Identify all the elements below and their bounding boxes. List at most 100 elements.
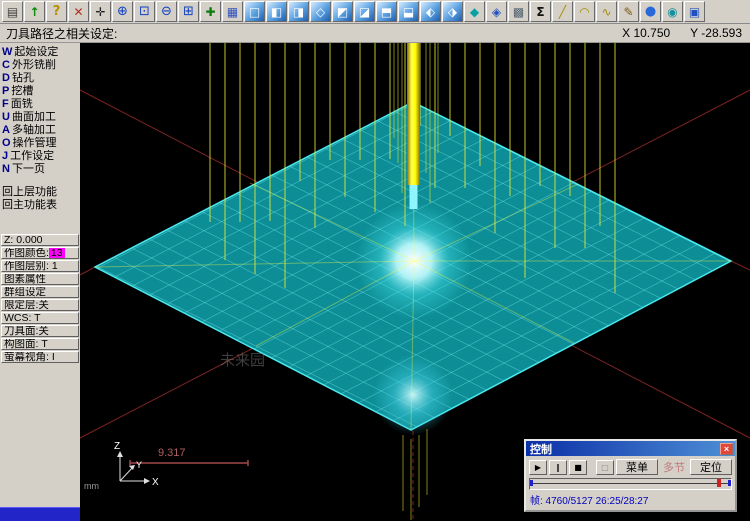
- surface-icon[interactable]: ◉: [662, 1, 683, 22]
- menu-item-surface-machining[interactable]: U 曲面加工: [0, 111, 80, 124]
- pause-icon: ‖: [556, 462, 560, 472]
- coord-y-value: Y -28.593: [690, 26, 742, 40]
- print-icon[interactable]: ▤: [2, 1, 23, 22]
- unit-label: mm: [84, 481, 99, 491]
- gview-front-icon[interactable]: ◧: [266, 1, 287, 22]
- toolbar: ▤ ↑ ? ✕ ✛ ⊕ ⊡ ⊖ ⊞ ✚ ▦ □ ◧ ◨ ◇ ◩ ◪ ⬒ ⬓ ⬖ …: [0, 0, 750, 24]
- taskbar-fragment: [0, 507, 80, 521]
- slider-thumb[interactable]: [716, 479, 721, 487]
- solid-icon[interactable]: ▣: [684, 1, 705, 22]
- status-draw-color[interactable]: 作图颜色: 13: [1, 247, 79, 259]
- status-wcs[interactable]: WCS: T: [1, 312, 79, 324]
- sidebar-menu: W 起始设定 C 外形铣削 D 钻孔 P 挖槽 F 面铣 U 曲面加工 A 多轴加工 O 操作: [0, 43, 80, 521]
- scale-ruler: 9.317: [129, 447, 249, 466]
- status-gview[interactable]: 萤幕视角: I: [1, 351, 79, 363]
- graphics-viewport[interactable]: 9.317 Z Y X 未来园 mm 控制 × ▶ ‖ ■ □ 菜单 多节 定位…: [80, 43, 750, 521]
- slider-groove: [532, 483, 729, 484]
- delete-icon[interactable]: ✕: [68, 1, 89, 22]
- main-menu-group: W 起始设定 C 外形铣削 D 钻孔 P 挖槽 F 面铣 U 曲面加工 A 多轴加工 O 操作: [0, 46, 80, 176]
- ruler-value-label: 9.317: [158, 447, 186, 459]
- prompt-text: 刀具路径之相关设定:: [6, 26, 118, 41]
- gview-side-icon[interactable]: ◨: [288, 1, 309, 22]
- menu-item-multiaxis[interactable]: A 多轴加工: [0, 124, 80, 137]
- menu-item-contour[interactable]: C 外形铣削: [0, 59, 80, 72]
- menu-item-operations[interactable]: O 操作管理: [0, 137, 80, 150]
- menu-item-next-page[interactable]: N 下一页: [0, 163, 80, 176]
- status-tool-plane[interactable]: 刀具面:关: [1, 325, 79, 337]
- status-limit-layer[interactable]: 限定层:关: [1, 299, 79, 311]
- axis-z-label: Z: [114, 441, 120, 452]
- arc-icon[interactable]: ◠: [574, 1, 595, 22]
- control-panel-titlebar[interactable]: 控制 ×: [526, 441, 735, 456]
- step-button[interactable]: □: [596, 459, 614, 475]
- pencil-icon[interactable]: ✎: [618, 1, 639, 22]
- wireframe-icon[interactable]: ◈: [486, 1, 507, 22]
- gview-top-icon[interactable]: □: [244, 1, 265, 22]
- slider-start-mark: [530, 480, 533, 486]
- pause-button[interactable]: ‖: [549, 459, 567, 475]
- grid-icon[interactable]: ▩: [508, 1, 529, 22]
- cutting-tool: [407, 43, 420, 209]
- menu-item-job-setup[interactable]: J 工作设定: [0, 150, 80, 163]
- zoom-window-icon[interactable]: ⊡: [134, 1, 155, 22]
- menu-item-main-menu[interactable]: 回主功能表: [0, 199, 80, 212]
- help-icon[interactable]: ?: [46, 1, 67, 22]
- cplane-side-icon[interactable]: ⬖: [420, 1, 441, 22]
- menu-item-face-mill[interactable]: F 面铣: [0, 98, 80, 111]
- axis-y-label: Y: [136, 460, 142, 470]
- menu-item-start-settings[interactable]: W 起始设定: [0, 46, 80, 59]
- step-icon: □: [601, 462, 609, 472]
- back-icon[interactable]: ↑: [24, 1, 45, 22]
- control-panel: 控制 × ▶ ‖ ■ □ 菜单 多节 定位 帧: 4760/5127 26:25…: [524, 439, 737, 512]
- cplane-top-icon[interactable]: ⬒: [376, 1, 397, 22]
- status-groups[interactable]: 群组设定: [1, 286, 79, 298]
- locate-button[interactable]: 定位: [690, 459, 732, 475]
- line-icon[interactable]: ╱: [552, 1, 573, 22]
- shade-icon[interactable]: ◆: [464, 1, 485, 22]
- cplane-front-icon[interactable]: ⬓: [398, 1, 419, 22]
- stop-button[interactable]: ■: [569, 459, 587, 475]
- menu-item-drill[interactable]: D 钻孔: [0, 72, 80, 85]
- axis-triad: Z Y X: [114, 441, 159, 488]
- repaint-icon[interactable]: ▦: [222, 1, 243, 22]
- draw-color-label: 作图颜色:: [4, 247, 49, 259]
- axis-x-label: X: [152, 477, 159, 488]
- spline-icon[interactable]: ∿: [596, 1, 617, 22]
- status-layer[interactable]: 作图层别: 1: [1, 260, 79, 272]
- menu-item-pocket[interactable]: P 挖槽: [0, 85, 80, 98]
- pan-icon[interactable]: ✚: [200, 1, 221, 22]
- draw-color-swatch: 13: [48, 247, 65, 259]
- status-attributes[interactable]: 图素属性: [1, 273, 79, 285]
- cad-cam-window: ▤ ↑ ? ✕ ✛ ⊕ ⊡ ⊖ ⊞ ✚ ▦ □ ◧ ◨ ◇ ◩ ◪ ⬒ ⬓ ⬖ …: [0, 0, 750, 521]
- gview-back-icon[interactable]: ◩: [332, 1, 353, 22]
- pointer-icon[interactable]: ✛: [90, 1, 111, 22]
- step-mode-label: 多节: [663, 462, 685, 474]
- sphere-icon[interactable]: ●: [640, 1, 661, 22]
- nav-menu-group: 回上层功能 回主功能表: [0, 186, 80, 212]
- menu-button[interactable]: 菜单: [616, 459, 658, 475]
- status-cplane[interactable]: 构图面: T: [1, 338, 79, 350]
- cplane-iso-icon[interactable]: ⬗: [442, 1, 463, 22]
- menu-item-back-level[interactable]: 回上层功能: [0, 186, 80, 199]
- control-panel-title: 控制: [530, 443, 552, 456]
- play-icon: ▶: [534, 462, 542, 472]
- status-button-group: Z: 0.000 作图颜色: 13 作图层别: 1 图素属性 群组设定 限定层:关…: [0, 234, 80, 363]
- close-icon[interactable]: ×: [720, 442, 733, 455]
- watermark: 未来园: [220, 352, 265, 369]
- stats-icon[interactable]: Σ: [530, 1, 551, 22]
- playback-button-row: ▶ ‖ ■ □ 菜单 多节 定位: [526, 456, 735, 476]
- coordinate-readout: X 10.750 Y -28.593: [622, 26, 742, 40]
- zoom-out-icon[interactable]: ⊖: [156, 1, 177, 22]
- status-z-depth[interactable]: Z: 0.000: [1, 234, 79, 246]
- slider-end-mark: [728, 480, 731, 486]
- prompt-bar: 刀具路径之相关设定: X 10.750 Y -28.593: [0, 24, 750, 43]
- stop-icon: ■: [574, 462, 582, 472]
- progress-slider[interactable]: [529, 478, 732, 490]
- gview-bottom-icon[interactable]: ◪: [354, 1, 375, 22]
- play-button[interactable]: ▶: [529, 459, 547, 475]
- zoom-fit-icon[interactable]: ⊞: [178, 1, 199, 22]
- gview-iso-icon[interactable]: ◇: [310, 1, 331, 22]
- zoom-in-icon[interactable]: ⊕: [112, 1, 133, 22]
- playback-status: 帧: 4760/5127 26:25/28:27: [530, 496, 649, 507]
- coord-x-value: X 10.750: [622, 26, 671, 40]
